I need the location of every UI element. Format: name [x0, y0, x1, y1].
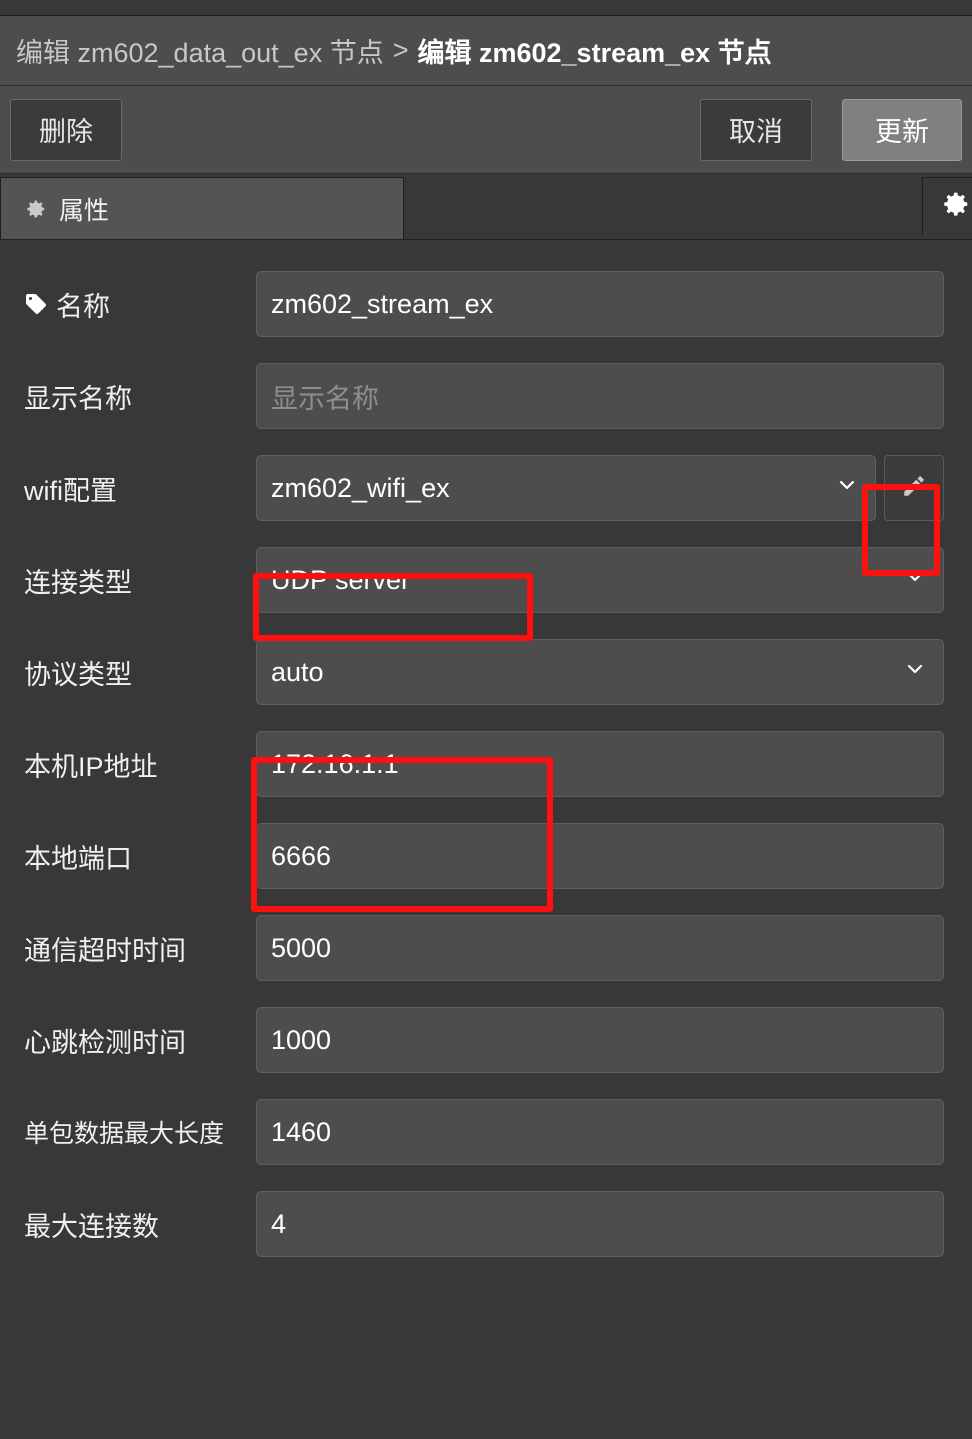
properties-form: 名称 zm602_stream_ex 显示名称 显示名称 wifi配置 zm60… — [0, 240, 972, 1270]
form-row-display-name: 显示名称 显示名称 — [0, 350, 972, 442]
label-wifi-config: wifi配置 — [24, 469, 256, 508]
label-local-port: 本地端口 — [24, 837, 256, 876]
breadcrumb-current: 编辑 zm602_stream_ex 节点 — [417, 38, 772, 68]
local-ip-input[interactable]: 172.16.1.1 — [256, 731, 944, 797]
label-comm-timeout-text: 通信超时时间 — [24, 935, 186, 966]
field-wrap-max-connections: 4 — [256, 1191, 944, 1257]
tab-properties-label: 属性 — [59, 196, 110, 225]
name-input[interactable]: zm602_stream_ex — [256, 271, 944, 337]
field-wrap-wifi-config: zm602_wifi_ex — [256, 455, 944, 521]
chevron-down-icon — [903, 657, 927, 688]
field-wrap-connection-type: UDP server — [256, 547, 944, 613]
connection-type-value: UDP server — [271, 564, 411, 595]
gear-icon — [941, 189, 971, 224]
label-max-connections: 最大连接数 — [24, 1205, 256, 1244]
connection-type-select[interactable]: UDP server — [256, 547, 944, 613]
label-local-ip-text: 本机IP地址 — [24, 751, 158, 782]
form-row-comm-timeout: 通信超时时间 5000 — [0, 902, 972, 994]
label-name: 名称 — [24, 285, 256, 324]
label-local-port-text: 本地端口 — [24, 843, 132, 874]
label-display-name: 显示名称 — [24, 377, 256, 416]
field-wrap-local-port: 6666 — [256, 823, 944, 889]
label-local-ip: 本机IP地址 — [24, 745, 256, 784]
form-row-name: 名称 zm602_stream_ex — [0, 258, 972, 350]
tag-icon — [24, 292, 48, 316]
wifi-config-value: zm602_wifi_ex — [271, 472, 450, 503]
form-row-protocol-type: 协议类型 auto — [0, 626, 972, 718]
label-protocol-type-text: 协议类型 — [24, 659, 132, 690]
field-wrap-max-packet-length: 1460 — [256, 1099, 944, 1165]
label-heartbeat-interval-text: 心跳检测时间 — [24, 1027, 186, 1058]
label-display-name-text: 显示名称 — [24, 383, 132, 414]
field-wrap-protocol-type: auto — [256, 639, 944, 705]
field-wrap-comm-timeout: 5000 — [256, 915, 944, 981]
update-button[interactable]: 更新 — [842, 98, 962, 161]
heartbeat-interval-input[interactable]: 1000 — [256, 1007, 944, 1073]
pencil-icon — [901, 473, 927, 504]
display-name-input[interactable]: 显示名称 — [256, 363, 944, 429]
cancel-button[interactable]: 取消 — [700, 98, 812, 161]
label-max-packet-length: 单包数据最大长度 — [24, 1114, 256, 1150]
max-packet-length-input[interactable]: 1460 — [256, 1099, 944, 1165]
breadcrumb: 编辑 zm602_data_out_ex 节点 > 编辑 zm602_strea… — [0, 16, 972, 86]
form-row-heartbeat-interval: 心跳检测时间 1000 — [0, 994, 972, 1086]
label-protocol-type: 协议类型 — [24, 653, 256, 692]
protocol-type-select[interactable]: auto — [256, 639, 944, 705]
delete-button[interactable]: 删除 — [10, 98, 122, 161]
breadcrumb-separator: > — [392, 35, 409, 65]
tab-properties[interactable]: 属性 — [0, 177, 404, 239]
field-wrap-display-name: 显示名称 — [256, 363, 944, 429]
label-max-packet-length-text: 单包数据最大长度 — [24, 1120, 225, 1148]
form-row-max-packet-length: 单包数据最大长度 1460 — [0, 1086, 972, 1178]
chevron-down-icon — [835, 473, 859, 504]
label-connection-type-text: 连接类型 — [24, 567, 132, 598]
window-top-strip — [0, 0, 972, 16]
local-port-input[interactable]: 6666 — [256, 823, 944, 889]
field-wrap-heartbeat-interval: 1000 — [256, 1007, 944, 1073]
field-wrap-name: zm602_stream_ex — [256, 271, 944, 337]
label-wifi-config-text: wifi配置 — [24, 475, 117, 506]
gear-icon — [25, 198, 47, 220]
dialog-action-bar: 删除 取消 更新 — [0, 86, 972, 174]
protocol-type-value: auto — [271, 656, 324, 687]
form-row-max-connections: 最大连接数 4 — [0, 1178, 972, 1270]
form-row-local-ip: 本机IP地址 172.16.1.1 — [0, 718, 972, 810]
comm-timeout-input[interactable]: 5000 — [256, 915, 944, 981]
chevron-down-icon — [903, 565, 927, 596]
max-connections-input[interactable]: 4 — [256, 1191, 944, 1257]
wifi-config-select[interactable]: zm602_wifi_ex — [256, 455, 876, 521]
form-row-local-port: 本地端口 6666 — [0, 810, 972, 902]
form-row-connection-type: 连接类型 UDP server — [0, 534, 972, 626]
tab-bar: 属性 — [0, 174, 972, 240]
wifi-edit-button[interactable] — [884, 455, 944, 521]
tab-bar-settings-gear-button[interactable] — [922, 177, 972, 235]
label-connection-type: 连接类型 — [24, 561, 256, 600]
label-max-connections-text: 最大连接数 — [24, 1211, 159, 1242]
form-row-wifi-config: wifi配置 zm602_wifi_ex — [0, 442, 972, 534]
label-heartbeat-interval: 心跳检测时间 — [24, 1021, 256, 1060]
label-name-text: 名称 — [56, 291, 110, 322]
field-wrap-local-ip: 172.16.1.1 — [256, 731, 944, 797]
breadcrumb-previous[interactable]: 编辑 zm602_data_out_ex 节点 — [16, 31, 384, 70]
label-comm-timeout: 通信超时时间 — [24, 929, 256, 968]
